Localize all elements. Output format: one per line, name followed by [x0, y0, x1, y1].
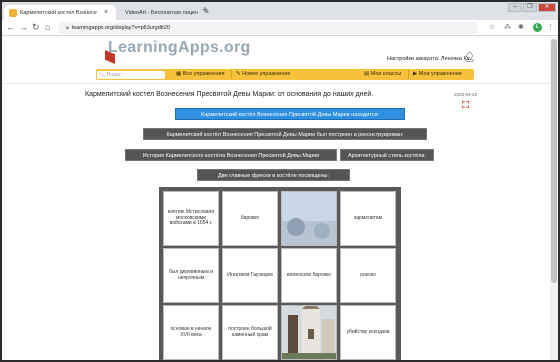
- puzzle-piece[interactable]: барокко: [222, 191, 278, 246]
- puzzle-extensions-icon[interactable]: ✱: [518, 23, 524, 31]
- profile-avatar[interactable]: L: [533, 23, 542, 32]
- puzzle-piece[interactable]: Игнатием Гауэицем: [222, 248, 278, 303]
- menu-my-exercises-label: Мои упражнения: [418, 71, 462, 77]
- puzzle-piece[interactable]: взятию Мстиславля московскими войсками в…: [163, 191, 219, 246]
- main-menu: 🔍︎ Поиск ▦ Все упражнения ✎ Новое упражн…: [96, 69, 474, 80]
- vertical-scrollbar[interactable]: [550, 37, 558, 360]
- puzzle-piece[interactable]: рококо: [340, 248, 396, 303]
- divider: [2, 83, 550, 84]
- search-input[interactable]: 🔍︎ Поиск: [97, 70, 165, 79]
- menu-new-exercise-label: Новое упражнение: [242, 71, 291, 77]
- question-button-style[interactable]: Архитектурный стиль костёла:: [340, 149, 434, 161]
- page-title: Кармелитский костел Вознесения Пресвятой…: [85, 91, 374, 98]
- menu-my-classes[interactable]: ▤ Мои классы: [364, 69, 401, 80]
- new-tab-button[interactable]: +: [202, 5, 208, 16]
- menu-new-exercise[interactable]: ✎ Новое упражнение: [236, 69, 290, 80]
- church-photo: [282, 306, 336, 359]
- puzzle-piece[interactable]: кармелитам: [340, 191, 396, 246]
- account-settings-link[interactable]: Настройки аккаунта: Леночка Kz.: [387, 56, 471, 62]
- url-text: learningapps.org/display?v=p63urgdtt20: [71, 25, 170, 31]
- search-placeholder: Поиск: [106, 71, 121, 78]
- menu-my-classes-label: Мои классы: [370, 71, 402, 77]
- fullscreen-icon[interactable]: [462, 101, 469, 108]
- search-icon: 🔍︎: [99, 71, 106, 78]
- question-button-frescoes[interactable]: Две главные фрески в костёле посвящены:: [197, 169, 350, 181]
- close-tab-icon[interactable]: ×: [104, 9, 108, 16]
- home-icon[interactable]: ⌂: [45, 22, 50, 32]
- menu-all-exercises[interactable]: ▦ Все упражнения: [176, 69, 224, 80]
- question-button-construction[interactable]: Кармелитский костёл Вознесения Пресвятой…: [143, 128, 427, 140]
- lock-icon: 🔒︎: [66, 25, 69, 31]
- puzzle-grid: взятию Мстиславля московскими войсками в…: [159, 187, 401, 360]
- window-controls: ‒ ❐ ✕: [508, 3, 556, 12]
- sky-trees-photo: [282, 192, 336, 245]
- user-icon[interactable]: 👤︎: [464, 52, 475, 63]
- menu-divider: [408, 70, 409, 79]
- puzzle-piece[interactable]: основан в начале XVII века: [163, 305, 219, 360]
- puzzle-piece[interactable]: виленское барокко: [281, 248, 337, 303]
- site-logo[interactable]: LearningApps.org: [108, 39, 251, 57]
- puzzle-piece[interactable]: убийству ксендзов: [340, 305, 396, 360]
- bookmark-star-icon[interactable]: ☆: [489, 23, 495, 31]
- browser-window: Кармелитский костел Вознесе × VideoArt -…: [0, 0, 560, 362]
- tab-title: Кармелитский костел Вознесе: [20, 9, 97, 16]
- menu-divider: [231, 70, 232, 79]
- tab-inactive[interactable]: VideoArt - Бесплатная лицен ×: [117, 5, 209, 20]
- menu-kebab-icon[interactable]: ⋮: [547, 23, 554, 31]
- puzzle-piece[interactable]: построен большой каменный храм: [222, 305, 278, 360]
- scrollbar-thumb[interactable]: [551, 39, 557, 283]
- back-arrow-icon[interactable]: ←: [6, 22, 15, 32]
- date-label: 2020-04-22: [454, 92, 478, 97]
- question-button-history[interactable]: История Кармелитского костёла Вознесения…: [125, 149, 337, 161]
- page-content: LearningApps.org Настройки аккаунта: Лен…: [2, 37, 558, 360]
- forward-arrow-icon[interactable]: →: [19, 22, 28, 32]
- url-field[interactable]: 🔒︎ learningapps.org/display?v=p63urgdtt20: [58, 22, 478, 34]
- minimize-button[interactable]: ‒: [508, 3, 522, 12]
- tab-strip: Кармелитский костел Вознесе × VideoArt -…: [2, 2, 558, 20]
- puzzle-piece[interactable]: был деревянным и непрочным: [163, 248, 219, 303]
- question-button-location[interactable]: Кармелитский костёл Вознесения Пресвятой…: [175, 108, 405, 120]
- maximize-button[interactable]: ❐: [523, 3, 537, 12]
- tab-title: VideoArt - Бесплатная лицен: [125, 9, 199, 16]
- close-window-button[interactable]: ✕: [538, 3, 556, 12]
- reload-icon[interactable]: ↻: [32, 22, 40, 33]
- address-bar: ← → ↻ ⌂ 🔒︎ learningapps.org/display?v=p63…: [2, 20, 558, 36]
- menu-all-exercises-label: Все упражнения: [182, 71, 225, 77]
- learningapps-favicon-icon: [9, 8, 17, 17]
- puzzle-piece-photo[interactable]: [281, 191, 337, 246]
- puzzle-piece-photo[interactable]: [281, 305, 337, 360]
- menu-my-exercises[interactable]: ▶ Мои упражнения: [413, 69, 462, 80]
- tab-active[interactable]: Кармелитский костел Вознесе ×: [4, 5, 116, 20]
- extension-icon[interactable]: ⁂: [504, 23, 511, 31]
